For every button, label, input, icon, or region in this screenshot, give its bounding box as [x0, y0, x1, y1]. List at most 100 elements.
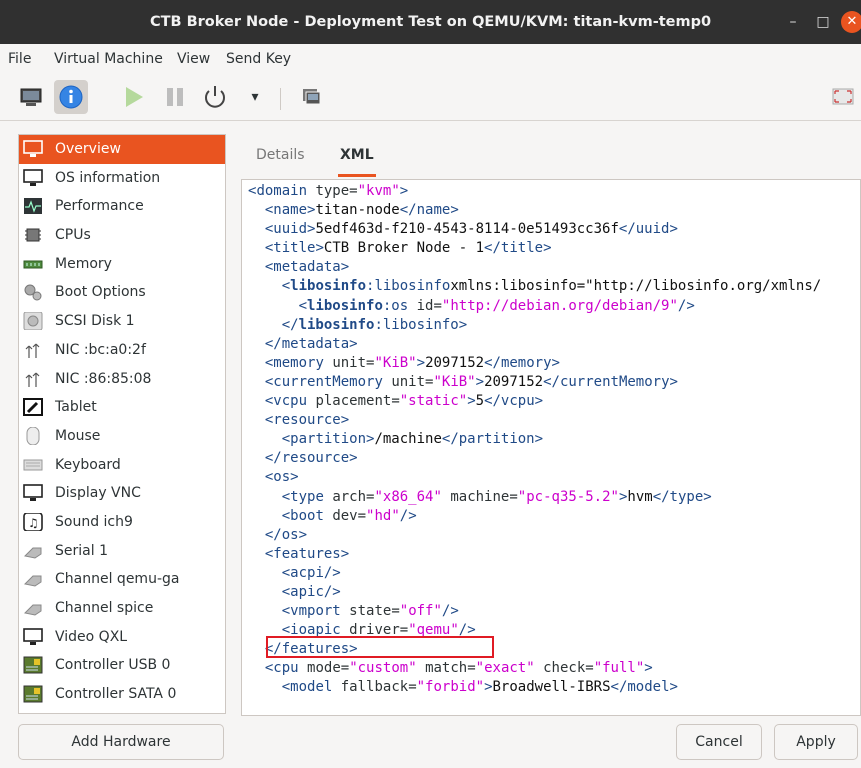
display-icon	[23, 484, 43, 502]
sidebar-item-label: Controller SATA 0	[55, 686, 177, 703]
xml-line[interactable]: <acpi/>	[248, 564, 821, 583]
xml-line[interactable]: <libosinfo:libosinfoxmlns:libosinfo="htt…	[248, 277, 821, 296]
sidebar-item-overview[interactable]: Overview	[19, 135, 225, 164]
sidebar-item-controller-sata-0[interactable]: Controller SATA 0	[19, 680, 225, 709]
xml-code[interactable]: <domain type="kvm"> <name>titan-node</na…	[248, 182, 821, 698]
power-icon[interactable]	[198, 80, 232, 114]
xml-line[interactable]: <title>CTB Broker Node - 1</title>	[248, 239, 821, 258]
xml-line[interactable]: </libosinfo:libosinfo>	[248, 316, 821, 335]
mouse-icon	[23, 426, 43, 446]
toolbar-separator	[280, 88, 281, 110]
xml-line[interactable]: <libosinfo:os id="http://debian.org/debi…	[248, 297, 821, 316]
sidebar-item-label: SCSI Disk 1	[55, 313, 135, 330]
sidebar-item-nic-86-85-08[interactable]: NIC :86:85:08	[19, 365, 225, 394]
sidebar-item-channel-qemu-ga[interactable]: Channel qemu-ga	[19, 565, 225, 594]
xml-line[interactable]: <memory unit="KiB">2097152</memory>	[248, 354, 821, 373]
channel-icon	[23, 599, 43, 617]
xml-line[interactable]: <name>titan-node</name>	[248, 201, 821, 220]
xml-line[interactable]: </metadata>	[248, 335, 821, 354]
xml-line[interactable]: <features>	[248, 545, 821, 564]
xml-line[interactable]: <cpu mode="custom" match="exact" check="…	[248, 659, 821, 678]
sidebar-item-label: Serial 1	[55, 542, 108, 559]
svg-text:♫: ♫	[28, 516, 39, 530]
disk-icon	[23, 311, 43, 331]
sidebar-item-tablet[interactable]: Tablet	[19, 393, 225, 422]
sidebar-item-memory[interactable]: Memory	[19, 250, 225, 279]
xml-line[interactable]: <currentMemory unit="KiB">2097152</curre…	[248, 373, 821, 392]
sidebar-item-label: NIC :86:85:08	[55, 370, 152, 387]
sidebar-item-label: Boot Options	[55, 284, 146, 301]
sidebar-item-video-qxl[interactable]: Video QXL	[19, 623, 225, 652]
sound-icon: ♫	[23, 512, 43, 532]
snapshot-icon[interactable]	[294, 80, 328, 114]
sidebar-item-mouse[interactable]: Mouse	[19, 422, 225, 451]
fullscreen-icon[interactable]	[826, 80, 860, 114]
controller-icon	[23, 685, 43, 703]
monitor-icon[interactable]	[14, 80, 48, 114]
close-button[interactable]: ✕	[841, 11, 861, 33]
sidebar-item-label: Overview	[55, 141, 121, 157]
minimize-button[interactable]: –	[783, 12, 803, 32]
cancel-button[interactable]: Cancel	[676, 724, 762, 760]
sidebar-item-channel-spice[interactable]: Channel spice	[19, 594, 225, 623]
xml-line[interactable]: <type arch="x86_64" machine="pc-q35-5.2"…	[248, 488, 821, 507]
nic-icon	[23, 341, 43, 359]
xml-line[interactable]: <resource>	[248, 411, 821, 430]
monitor-icon	[23, 168, 43, 187]
sidebar-item-label: Memory	[55, 255, 112, 272]
tab-xml[interactable]: XML	[338, 140, 376, 177]
window-titlebar[interactable]: CTB Broker Node - Deployment Test on QEM…	[0, 0, 861, 44]
tab-details[interactable]: Details	[256, 140, 305, 174]
sidebar-item-controller-usb-0[interactable]: Controller USB 0	[19, 651, 225, 680]
sidebar-item-label: Keyboard	[55, 456, 121, 473]
xml-line[interactable]: </resource>	[248, 449, 821, 468]
sidebar-item-label: Video QXL	[55, 628, 128, 645]
window-title: CTB Broker Node - Deployment Test on QEM…	[149, 14, 712, 30]
menu-view[interactable]: View	[177, 44, 210, 74]
xml-line[interactable]: <uuid>5edf463d-f210-4543-8114-0e51493cc3…	[248, 220, 821, 239]
menu-file[interactable]: File	[8, 44, 31, 74]
sidebar-item-label: Channel spice	[55, 600, 154, 616]
xml-line[interactable]: <domain type="kvm">	[248, 182, 821, 201]
tablet-icon	[23, 398, 43, 417]
xml-line[interactable]: <vcpu placement="static">5</vcpu>	[248, 392, 821, 411]
sidebar-item-boot-options[interactable]: Boot Options	[19, 278, 225, 307]
nic-icon	[23, 370, 43, 388]
highlight-box	[266, 636, 494, 658]
video-icon	[23, 627, 43, 646]
xml-line[interactable]: <boot dev="hd"/>	[248, 507, 821, 526]
sidebar-item-keyboard[interactable]: Keyboard	[19, 451, 225, 480]
serial-icon	[23, 542, 43, 560]
pause-icon[interactable]	[158, 80, 192, 114]
maximize-button[interactable]: □	[813, 12, 833, 32]
xml-line[interactable]: <model fallback="forbid">Broadwell-IBRS<…	[248, 678, 821, 697]
sidebar-item-label: Performance	[55, 198, 144, 215]
sidebar-item-performance[interactable]: Performance	[19, 192, 225, 221]
xml-line[interactable]: <apic/>	[248, 583, 821, 602]
sidebar-item-nic-bc-a0-2f[interactable]: NIC :bc:a0:2f	[19, 336, 225, 365]
xml-line[interactable]: <metadata>	[248, 258, 821, 277]
xml-line[interactable]: </os>	[248, 526, 821, 545]
boot-gear-icon	[23, 283, 43, 301]
xml-line[interactable]: <os>	[248, 468, 821, 487]
sidebar-item-display-vnc[interactable]: Display VNC	[19, 479, 225, 508]
sidebar-item-os-information[interactable]: OS information	[19, 164, 225, 193]
info-icon[interactable]	[54, 80, 88, 114]
sidebar-item-label: CPUs	[55, 227, 91, 244]
sidebar-item-serial-1[interactable]: Serial 1	[19, 537, 225, 566]
xml-line[interactable]: <vmport state="off"/>	[248, 602, 821, 621]
sidebar-item-cpus[interactable]: CPUs	[19, 221, 225, 250]
xml-line[interactable]: <partition>/machine</partition>	[248, 430, 821, 449]
sidebar-item-sound-ich9[interactable]: ♫ Sound ich9	[19, 508, 225, 537]
sidebar-item-label: OS information	[55, 169, 161, 186]
menu-send-key[interactable]: Send Key	[226, 44, 291, 74]
sidebar-item-scsi-disk-1[interactable]: SCSI Disk 1	[19, 307, 225, 336]
play-icon[interactable]	[116, 80, 150, 114]
sidebar-item-label: Display VNC	[55, 485, 141, 502]
sidebar-item-label: Sound ich9	[55, 513, 133, 530]
controller-icon	[23, 656, 43, 674]
apply-button[interactable]: Apply	[774, 724, 858, 760]
dropdown-chevron-icon[interactable]: ▾	[238, 80, 272, 114]
menu-virtual-machine[interactable]: Virtual Machine	[54, 44, 163, 74]
add-hardware-button[interactable]: Add Hardware	[18, 724, 224, 760]
